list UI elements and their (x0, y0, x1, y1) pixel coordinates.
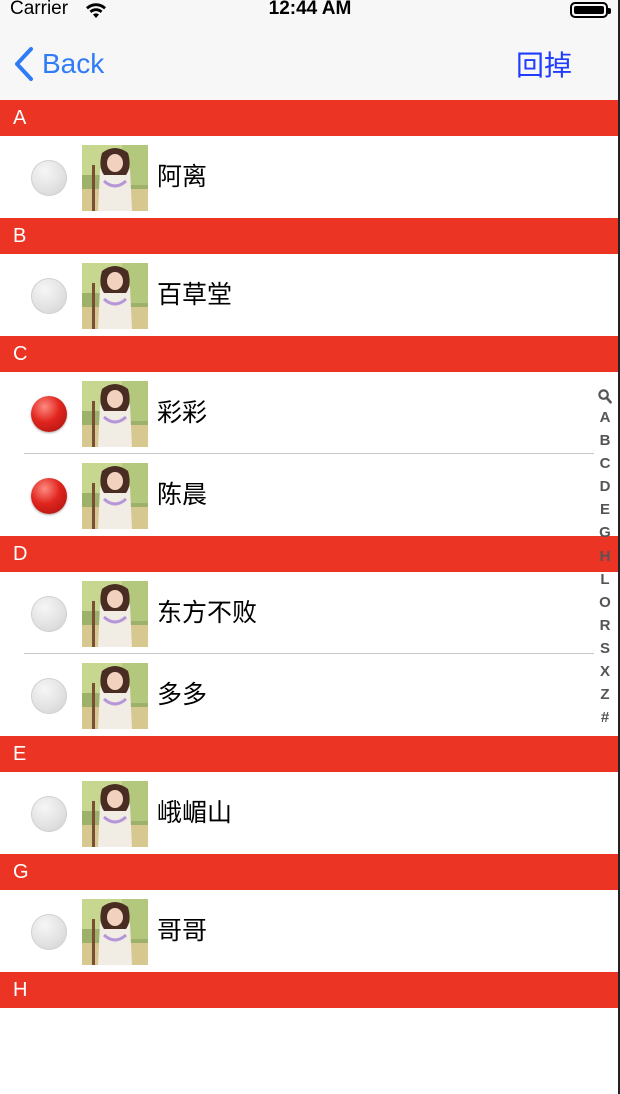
avatar (82, 899, 148, 965)
contact-name: 百草堂 (157, 280, 233, 309)
contact-name: 陈晨 (157, 480, 208, 509)
avatar (82, 145, 148, 211)
index-letter[interactable]: B (600, 429, 611, 452)
contact-name: 哥哥 (157, 916, 208, 945)
section-header-b: B (0, 218, 620, 254)
search-icon (598, 388, 612, 403)
index-letter[interactable]: Z (600, 683, 609, 706)
back-button[interactable]: Back (12, 44, 104, 84)
avatar (82, 381, 148, 447)
battery-icon (570, 2, 611, 18)
index-search[interactable] (598, 386, 612, 406)
contact-row[interactable]: 陈晨 (0, 454, 620, 536)
radio-unchecked-icon[interactable] (31, 914, 67, 950)
index-letter[interactable]: # (601, 706, 609, 729)
contact-name: 阿离 (157, 162, 208, 191)
radio-unchecked-icon[interactable] (31, 596, 67, 632)
contact-name: 彩彩 (157, 398, 208, 427)
chevron-left-icon (15, 47, 33, 81)
contact-name: 峨嵋山 (157, 798, 233, 827)
index-letter[interactable]: O (599, 591, 611, 614)
contact-name: 东方不败 (157, 598, 258, 627)
section-header-e: E (0, 736, 620, 772)
contact-row[interactable]: 多多 (0, 654, 620, 736)
index-letter[interactable]: L (600, 568, 609, 591)
radio-unchecked-icon[interactable] (31, 678, 67, 714)
contact-row[interactable]: 彩彩 (0, 372, 620, 454)
callback-button[interactable]: 回掉 (516, 44, 572, 84)
radio-unchecked-icon[interactable] (31, 160, 67, 196)
index-letter[interactable]: A (600, 406, 611, 429)
index-letter[interactable]: S (600, 637, 610, 660)
section-header-c: C (0, 336, 620, 372)
status-bar: Carrier 12:44 AM (0, 0, 620, 24)
avatar (82, 463, 148, 529)
contact-row[interactable]: 百草堂 (0, 254, 620, 336)
navigation-bar: Back 回掉 (0, 24, 620, 101)
contact-list[interactable]: A 阿离 B 百草堂 C 彩彩 陈晨 D 东方不败 多多 E 峨嵋山 G 哥哥 … (0, 100, 620, 1094)
index-letter[interactable]: G (599, 521, 611, 544)
index-letter[interactable]: R (600, 614, 611, 637)
radio-checked-icon[interactable] (31, 396, 67, 432)
index-letter[interactable]: D (600, 475, 611, 498)
contact-name: 多多 (157, 680, 208, 709)
radio-unchecked-icon[interactable] (31, 796, 67, 832)
contact-row[interactable]: 阿离 (0, 136, 620, 218)
clock: 12:44 AM (268, 0, 352, 19)
contact-row[interactable]: 哥哥 (0, 890, 620, 972)
index-letter[interactable]: C (600, 452, 611, 475)
section-header-h: H (0, 972, 620, 1008)
radio-unchecked-icon[interactable] (31, 278, 67, 314)
section-header-a: A (0, 100, 620, 136)
index-letter[interactable]: X (600, 660, 610, 683)
index-letter[interactable]: H (600, 545, 611, 568)
section-index[interactable]: A B C D E G H L O R S X Z # (598, 386, 612, 729)
index-letter[interactable]: E (600, 498, 610, 521)
avatar (82, 581, 148, 647)
contact-row[interactable]: 峨嵋山 (0, 772, 620, 854)
radio-checked-icon[interactable] (31, 478, 67, 514)
back-label: Back (42, 48, 105, 79)
section-header-d: D (0, 536, 620, 572)
avatar (82, 781, 148, 847)
contact-row[interactable]: 东方不败 (0, 572, 620, 654)
avatar (82, 663, 148, 729)
section-header-g: G (0, 854, 620, 890)
avatar (82, 263, 148, 329)
